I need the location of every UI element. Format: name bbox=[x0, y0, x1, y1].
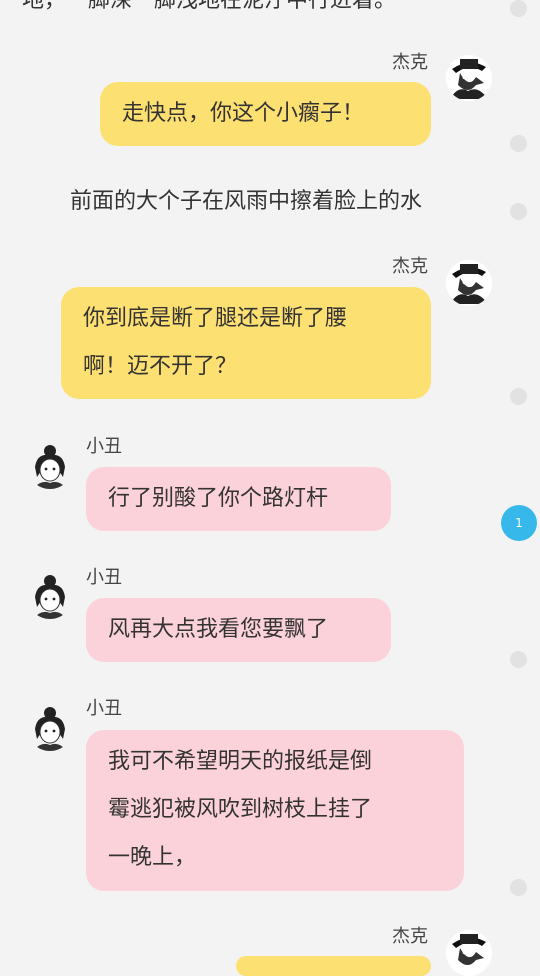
narration-text: 前面的大个子在风雨中擦着脸上的水 bbox=[70, 189, 423, 214]
message-line: 我可不希望明天的报纸是倒 bbox=[108, 749, 373, 774]
message-line: 你到底是断了腿还是断了腰 bbox=[83, 306, 348, 331]
message-bubble[interactable]: 风再大点我看您要飘了 bbox=[86, 598, 391, 662]
message-bubble[interactable]: 行了别酸了你个路灯杆 bbox=[86, 467, 391, 531]
scroll-marker-dot[interactable] bbox=[510, 0, 527, 17]
scroll-marker-dot[interactable] bbox=[510, 388, 527, 405]
speaker-name: 杰克 bbox=[392, 926, 428, 947]
message-line: 啊！迈不开了？ bbox=[83, 354, 238, 379]
speaker-name: 小丑 bbox=[86, 698, 122, 719]
speaker-name: 杰克 bbox=[392, 52, 428, 73]
plague-doctor-avatar-icon[interactable] bbox=[446, 55, 492, 101]
scroll-marker-dot[interactable] bbox=[510, 203, 527, 220]
clown-avatar-icon[interactable] bbox=[27, 573, 73, 619]
scroll-marker-dot[interactable] bbox=[510, 879, 527, 896]
speaker-name: 小丑 bbox=[86, 436, 122, 457]
speaker-name: 小丑 bbox=[86, 567, 122, 588]
clown-avatar-icon[interactable] bbox=[27, 443, 73, 489]
unread-count-badge[interactable]: 1 bbox=[501, 505, 537, 541]
plague-doctor-avatar-icon[interactable] bbox=[446, 260, 492, 306]
message-line: 一晚上， bbox=[108, 845, 197, 870]
scroll-marker-dot[interactable] bbox=[510, 135, 527, 152]
plague-doctor-avatar-icon[interactable] bbox=[446, 930, 492, 976]
message-bubble[interactable]: 我可不希望明天的报纸是倒 霉逃犯被风吹到树枝上挂了 一晚上， bbox=[86, 730, 464, 891]
clown-avatar-icon[interactable] bbox=[27, 705, 73, 751]
message-bubble[interactable] bbox=[236, 956, 431, 976]
speaker-name: 杰克 bbox=[392, 256, 428, 277]
scroll-marker-dot[interactable] bbox=[510, 651, 527, 668]
message-bubble[interactable]: 你到底是断了腿还是断了腰 啊！迈不开了？ bbox=[61, 287, 431, 399]
narration-text: 地，一脚深一脚浅地在泥泞中行进着。 bbox=[22, 0, 397, 13]
message-line: 霉逃犯被风吹到树枝上挂了 bbox=[108, 797, 373, 822]
message-bubble[interactable]: 走快点，你这个小瘸子！ bbox=[100, 82, 431, 146]
